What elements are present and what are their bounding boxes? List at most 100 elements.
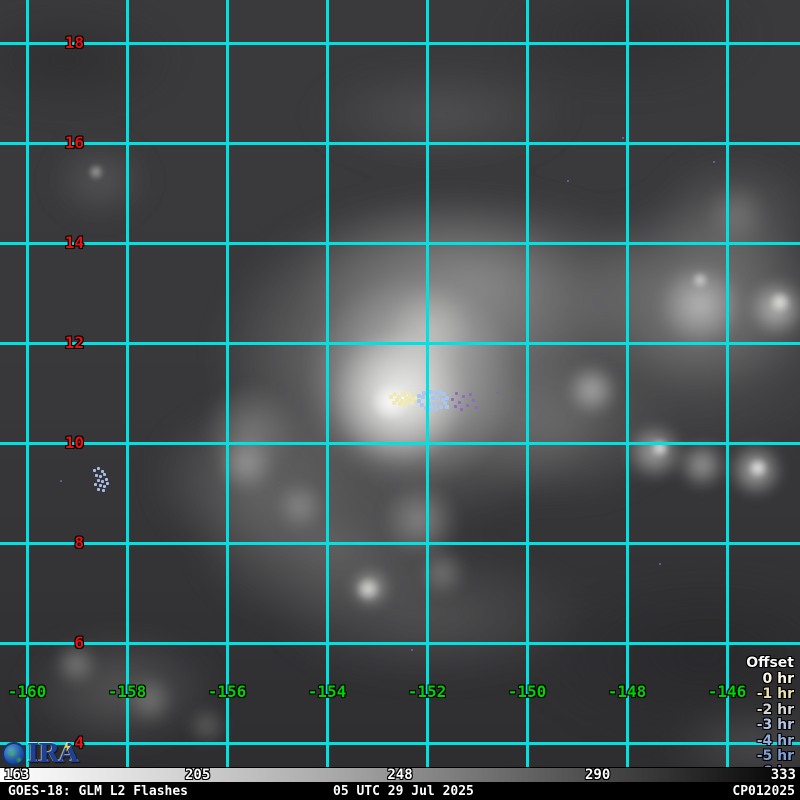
lightning-flash-dot [434, 407, 438, 411]
lightning-flash-dot [60, 480, 62, 482]
latitude-label: 16 [0, 132, 84, 154]
lightning-flash-dot [417, 394, 421, 398]
longitude-grid-line [626, 0, 629, 767]
longitude-grid-line [426, 0, 429, 767]
lightning-flash-dot [99, 484, 102, 487]
lightning-flash-dot [93, 469, 96, 472]
longitude-label: -154 [287, 681, 367, 703]
colorbar-tick-label: 290 [585, 767, 610, 783]
lightning-flash-dot [97, 488, 100, 491]
latitude-grid-line [0, 742, 800, 745]
lightning-flash-dot [462, 395, 465, 398]
lightning-flash-dot [95, 474, 98, 477]
latitude-grid-line [0, 542, 800, 545]
lightning-flash-dot [475, 406, 478, 409]
longitude-grid-line [726, 0, 729, 767]
offset-legend-entries: 0 hr-1 hr-2 hr-3 hr-4 hr-5 hr-6 hr [746, 672, 794, 768]
lightning-flash-dot [458, 401, 461, 404]
product-code-label: CP012025 [732, 784, 795, 799]
lightning-flash-dot [466, 404, 469, 407]
latitude-grid-line [0, 142, 800, 145]
offset-legend-entry: -5 hr [746, 749, 794, 765]
longitude-grid-line [326, 0, 329, 767]
lightning-flash-dot [460, 408, 463, 411]
product-source-label: GOES-18: GLM L2 Flashes [8, 784, 188, 799]
lightning-flash-dot [410, 401, 414, 405]
lightning-flash-dot [420, 403, 424, 407]
latitude-grid-line [0, 42, 800, 45]
latitude-label: 6 [0, 632, 84, 654]
map-area: Offset 0 hr-1 hr-2 hr-3 hr-4 hr-5 hr-6 h… [0, 0, 800, 767]
lightning-flash-dot [429, 390, 433, 394]
latitude-grid-line [0, 442, 800, 445]
lightning-flash-dot [454, 405, 457, 408]
lightning-flash-dot [567, 180, 569, 182]
lightning-flash-dot [105, 478, 108, 481]
status-bar: GOES-18: GLM L2 Flashes 05 UTC 29 Jul 20… [0, 783, 800, 800]
offset-legend: Offset 0 hr-1 hr-2 hr-3 hr-4 hr-5 hr-6 h… [746, 656, 794, 767]
colorbar-tick-label: 205 [185, 767, 210, 783]
lightning-flash-dot [411, 649, 413, 651]
lightning-flash-dot [445, 405, 449, 409]
cloud-texture-highlights [0, 0, 800, 767]
longitude-label: -158 [87, 681, 167, 703]
latitude-label: 14 [0, 232, 84, 254]
lightning-flash-dot [407, 391, 411, 395]
offset-legend-entry: -2 hr [746, 703, 794, 719]
offset-legend-entry: -3 hr [746, 718, 794, 734]
lightning-flash-dot [392, 401, 396, 405]
lightning-flash-dot [432, 402, 436, 406]
latitude-grid-line [0, 342, 800, 345]
lightning-flash-dot [398, 402, 402, 406]
brightness-temperature-colorbar: 163 205 248 290 333 [0, 767, 800, 783]
cira-logo: IRA [2, 740, 78, 767]
cira-logo-letters: IRA [27, 741, 78, 767]
latitude-grid-line [0, 242, 800, 245]
longitude-label: -148 [587, 681, 667, 703]
lightning-flash-dot [431, 396, 435, 400]
longitude-label: -152 [387, 681, 467, 703]
latitude-label: 12 [0, 332, 84, 354]
longitude-label: -156 [187, 681, 267, 703]
offset-legend-entry: -4 hr [746, 734, 794, 750]
lightning-flash-dot [99, 475, 102, 478]
longitude-grid-line [126, 0, 129, 767]
lightning-flash-dot [472, 399, 475, 402]
lightning-flash-dot [713, 161, 715, 163]
lightning-flash-dot [436, 397, 440, 401]
lightning-flash-dot [102, 489, 105, 492]
longitude-label: -150 [487, 681, 567, 703]
satellite-viewer-screen: Offset 0 hr-1 hr-2 hr-3 hr-4 hr-5 hr-6 h… [0, 0, 800, 800]
lightning-flash-dot [439, 405, 443, 409]
lightning-flash-dot [622, 137, 624, 139]
lightning-flash-dot [106, 482, 109, 485]
lightning-flash-dot [101, 480, 104, 483]
lightning-flash-dot [445, 396, 449, 400]
lightning-flash-dot [429, 408, 433, 412]
latitude-grid-line [0, 642, 800, 645]
colorbar-tick-label: 163 [4, 767, 29, 783]
lightning-flash-dot [97, 467, 100, 470]
cloud-texture-base [0, 0, 800, 767]
lightning-flash-dot [469, 393, 472, 396]
cloud-texture-storm-cores [0, 0, 800, 767]
lightning-flash-dot [455, 392, 458, 395]
latitude-label: 8 [0, 532, 84, 554]
latitude-label: 10 [0, 432, 84, 454]
latitude-label: 18 [0, 32, 84, 54]
lightning-flash-dot [103, 485, 106, 488]
lightning-flash-dot [97, 479, 100, 482]
longitude-label: -160 [0, 681, 67, 703]
lightning-flash-dot [441, 398, 445, 402]
earth-globe-icon [2, 742, 26, 766]
longitude-grid-line [226, 0, 229, 767]
lightning-flash-dot [103, 473, 106, 476]
lightning-flash-dot [94, 483, 97, 486]
lightning-flash-dot [403, 403, 407, 407]
colorbar-tick-label: 248 [387, 767, 412, 783]
offset-legend-entry: 0 hr [746, 672, 794, 688]
colorbar-tick-label: 333 [771, 767, 796, 783]
offset-legend-title: Offset [746, 656, 794, 672]
offset-legend-entry: -6 hr [746, 765, 794, 768]
lightning-flash-dot [496, 392, 498, 394]
